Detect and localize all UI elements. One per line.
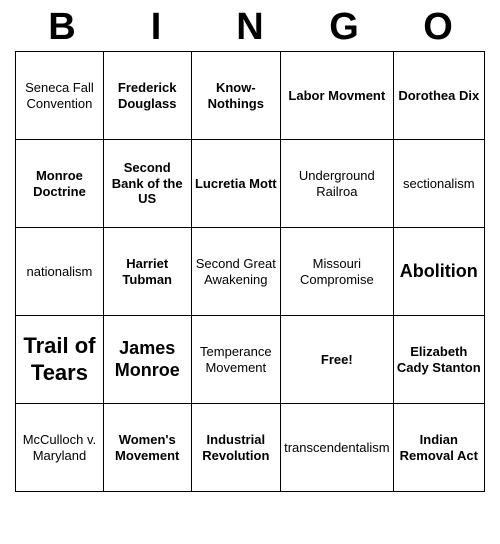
cell-r4-c0: McCulloch v. Maryland [16, 404, 104, 492]
bingo-header: BINGO [15, 0, 485, 51]
cell-r4-c3: transcendentalism [281, 404, 394, 492]
cell-r2-c4: Abolition [393, 228, 484, 316]
bingo-letter-o: O [398, 6, 478, 49]
bingo-letter-g: G [304, 6, 384, 49]
cell-r0-c2: Know-Nothings [191, 52, 281, 140]
cell-r1-c4: sectionalism [393, 140, 484, 228]
bingo-grid: Seneca Fall ConventionFrederick Douglass… [15, 51, 485, 492]
cell-r2-c3: Missouri Compromise [281, 228, 394, 316]
cell-r2-c0: nationalism [16, 228, 104, 316]
cell-r1-c0: Monroe Doctrine [16, 140, 104, 228]
cell-r0-c0: Seneca Fall Convention [16, 52, 104, 140]
cell-r3-c3: Free! [281, 316, 394, 404]
bingo-letter-n: N [210, 6, 290, 49]
cell-r3-c2: Temperance Movement [191, 316, 281, 404]
bingo-letter-b: B [22, 6, 102, 49]
bingo-letter-i: I [116, 6, 196, 49]
cell-r0-c1: Frederick Douglass [103, 52, 191, 140]
cell-r0-c3: Labor Movment [281, 52, 394, 140]
cell-r0-c4: Dorothea Dix [393, 52, 484, 140]
cell-r4-c4: Indian Removal Act [393, 404, 484, 492]
cell-r4-c2: Industrial Revolution [191, 404, 281, 492]
cell-r3-c0: Trail of Tears [16, 316, 104, 404]
cell-r1-c3: Underground Railroa [281, 140, 394, 228]
cell-r1-c2: Lucretia Mott [191, 140, 281, 228]
cell-r2-c1: Harriet Tubman [103, 228, 191, 316]
cell-r3-c4: Elizabeth Cady Stanton [393, 316, 484, 404]
cell-r2-c2: Second Great Awakening [191, 228, 281, 316]
cell-r1-c1: Second Bank of the US [103, 140, 191, 228]
cell-r3-c1: James Monroe [103, 316, 191, 404]
cell-r4-c1: Women's Movement [103, 404, 191, 492]
